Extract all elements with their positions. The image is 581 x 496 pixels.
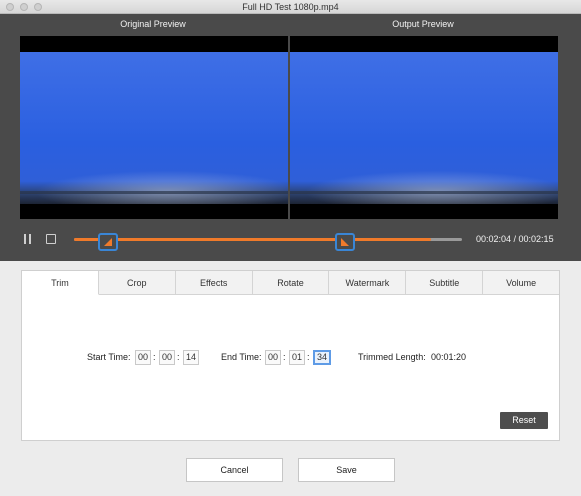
time-separator: : bbox=[177, 352, 180, 362]
start-hours-field[interactable]: 00 bbox=[135, 350, 151, 365]
tab-crop[interactable]: Crop bbox=[98, 271, 176, 295]
output-preview-label: Output Preview bbox=[392, 19, 454, 29]
original-preview-label: Original Preview bbox=[120, 19, 186, 29]
save-button[interactable]: Save bbox=[298, 458, 395, 482]
time-separator: : bbox=[153, 352, 156, 362]
trim-row: Start Time: 00 : 00 : 14 End Time: 00 : … bbox=[22, 349, 559, 367]
preview-area: Original Preview Output Preview 00:02:04… bbox=[0, 14, 581, 261]
time-separator: : bbox=[307, 352, 310, 362]
end-minutes-field[interactable]: 01 bbox=[289, 350, 305, 365]
pause-icon[interactable] bbox=[24, 234, 32, 244]
close-window-icon[interactable] bbox=[6, 3, 14, 11]
trim-end-marker-icon bbox=[341, 238, 349, 246]
zoom-window-icon[interactable] bbox=[34, 3, 42, 11]
tab-volume[interactable]: Volume bbox=[483, 271, 560, 295]
tab-rotate[interactable]: Rotate bbox=[252, 271, 330, 295]
tab-trim[interactable]: Trim bbox=[22, 271, 99, 295]
timeline-progress bbox=[74, 238, 431, 241]
playback-controls: 00:02:04 / 00:02:15 bbox=[0, 228, 581, 254]
original-preview-video bbox=[20, 36, 288, 219]
edit-panel: Trim Crop Effects Rotate Watermark Subti… bbox=[21, 270, 560, 441]
window-title: Full HD Test 1080p.mp4 bbox=[242, 2, 339, 12]
time-separator: : bbox=[283, 352, 286, 362]
title-bar: Full HD Test 1080p.mp4 bbox=[0, 0, 581, 14]
trim-start-marker-icon bbox=[104, 238, 112, 246]
trimmed-length-label: Trimmed Length: bbox=[358, 352, 426, 362]
edit-tabs: Trim Crop Effects Rotate Watermark Subti… bbox=[22, 271, 560, 295]
reset-button[interactable]: Reset bbox=[500, 412, 548, 429]
trim-start-handle[interactable] bbox=[98, 233, 118, 251]
timeline-track[interactable] bbox=[74, 238, 462, 241]
start-minutes-field[interactable]: 00 bbox=[159, 350, 175, 365]
cancel-button[interactable]: Cancel bbox=[186, 458, 283, 482]
end-time-label: End Time: bbox=[221, 352, 262, 362]
tab-effects[interactable]: Effects bbox=[175, 271, 253, 295]
trim-end-handle[interactable] bbox=[335, 233, 355, 251]
output-preview-video bbox=[290, 36, 558, 219]
original-video-frame bbox=[20, 52, 288, 204]
output-video-frame bbox=[290, 52, 558, 204]
start-seconds-field[interactable]: 14 bbox=[183, 350, 199, 365]
start-time-label: Start Time: bbox=[87, 352, 131, 362]
end-seconds-field[interactable]: 34 bbox=[313, 350, 331, 365]
tab-subtitle[interactable]: Subtitle bbox=[406, 271, 484, 295]
tab-watermark[interactable]: Watermark bbox=[329, 271, 407, 295]
trimmed-length-value: 00:01:20 bbox=[431, 352, 467, 362]
minimize-window-icon[interactable] bbox=[20, 3, 28, 11]
end-hours-field[interactable]: 00 bbox=[265, 350, 281, 365]
stop-icon[interactable] bbox=[46, 234, 56, 244]
time-readout: 00:02:04 / 00:02:15 bbox=[476, 234, 554, 244]
